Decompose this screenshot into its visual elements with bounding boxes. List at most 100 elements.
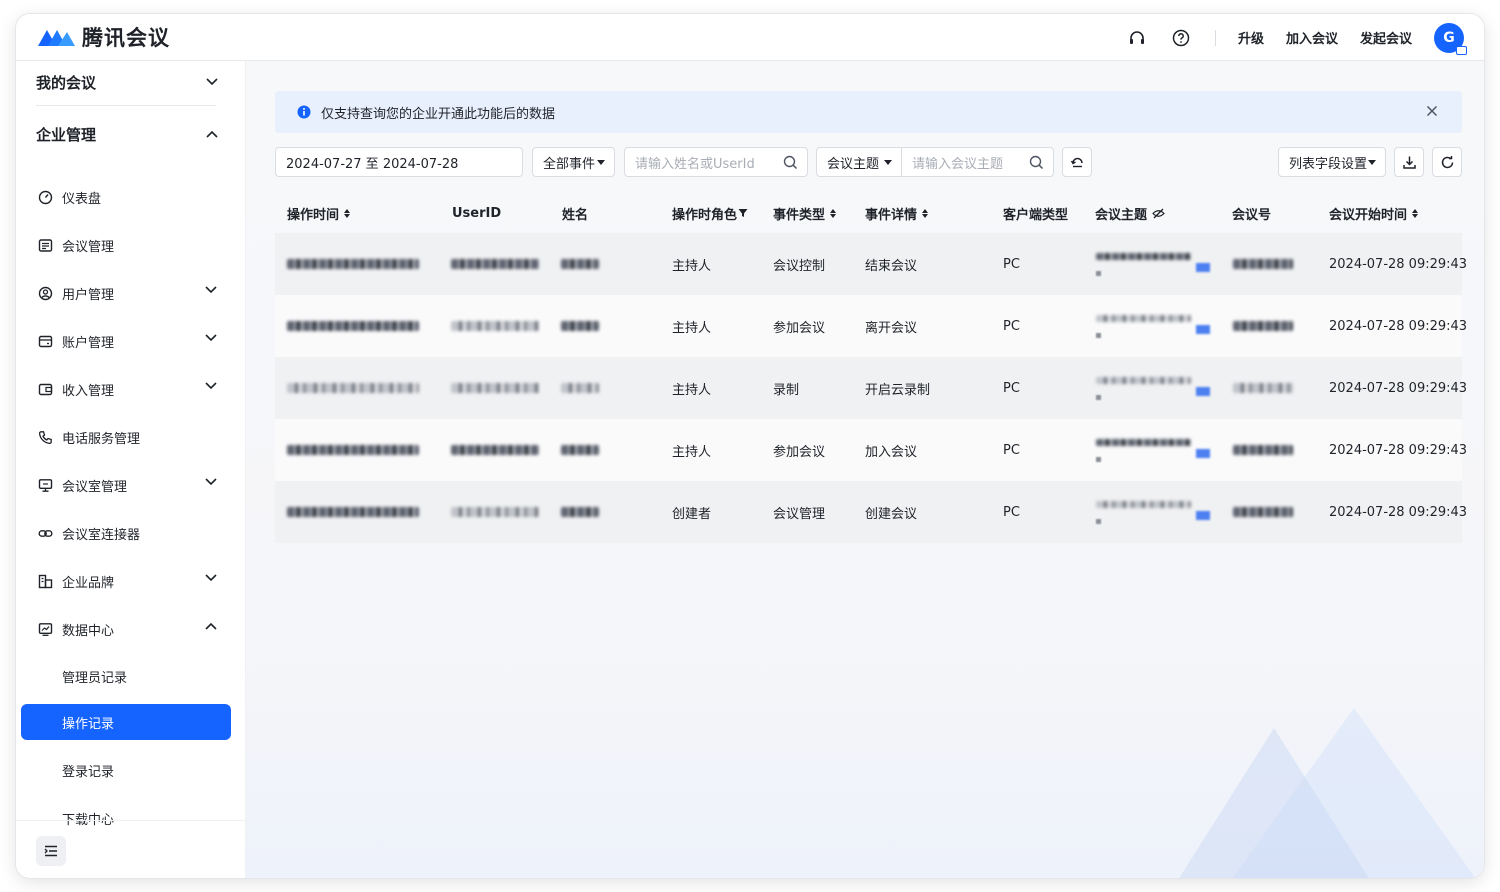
event-select-value: 全部事件 [543,156,596,172]
logo-text: 腾讯会议 [82,26,170,50]
collapse-sidebar-button[interactable] [36,836,66,866]
sidebar-item-dashboard[interactable]: 仪表盘 [21,179,231,215]
column-header-event-type[interactable]: 事件类型 [773,193,837,233]
sidebar-item-label: 会议室管理 [62,479,128,495]
date-range-value: 2024-07-27 至 2024-07-28 [286,156,459,172]
redacted-meeting-topic [1096,357,1214,419]
cell-role: 主持人 [672,444,712,460]
sidebar-item-room-management[interactable]: 会议室管理 [21,467,231,503]
sidebar-item-label: 操作记录 [62,716,115,732]
topic-field-select[interactable]: 会议主题 [816,147,902,177]
cell-role: 主持人 [672,258,712,274]
redacted-userid [451,295,539,357]
cell-client-type: PC [1003,504,1020,520]
chart-icon [37,621,53,637]
column-header-label: 会议号 [1232,207,1272,223]
refresh-icon [1441,155,1453,168]
column-header-meeting-topic[interactable]: 会议主题 [1095,193,1165,233]
sidebar-item-phone-service[interactable]: 电话服务管理 [21,419,231,455]
upgrade-link[interactable]: 升级 [1238,28,1264,47]
sidebar-subitem-admin-records[interactable]: 管理员记录 [21,658,231,694]
column-settings-select[interactable]: 列表字段设置 [1278,147,1386,177]
sidebar-group-label: 我的会议 [36,73,97,92]
export-button[interactable] [1394,147,1424,177]
tencent-meeting-logo-icon [38,30,75,46]
column-header-client-type: 客户端类型 [1003,193,1068,233]
chevron-down-icon [205,334,217,342]
cell-client-type: PC [1003,318,1020,334]
table-row: 主持人 会议控制 结束会议 PC 2024-07-28 09:29:43 [275,233,1467,295]
table-row: 主持人 录制 开启云录制 PC 2024-07-28 09:29:43 [275,357,1467,419]
sidebar-item-account-management[interactable]: 账户管理 [21,323,231,359]
chevron-down-icon [206,78,218,86]
dashboard-icon [37,189,53,205]
income-icon [37,381,53,397]
cell-event-type: 参加会议 [773,320,826,336]
refresh-button[interactable] [1432,147,1462,177]
column-header-role[interactable]: 操作时角色 [672,193,748,233]
reset-button[interactable] [1062,147,1092,177]
redacted-meeting-topic [1096,481,1214,543]
eye-off-icon[interactable] [1152,208,1165,219]
redacted-meeting-topic [1096,419,1214,481]
redacted-operation-time [287,357,419,419]
sidebar-group-my-meetings[interactable]: 我的会议 [36,71,218,93]
sidebar-item-user-management[interactable]: 用户管理 [21,275,231,311]
column-header-event-detail[interactable]: 事件详情 [865,193,929,233]
column-header-userid: UserID [452,193,501,233]
sidebar-item-income-management[interactable]: 收入管理 [21,371,231,407]
sort-icon [344,208,351,218]
chevron-up-icon [206,130,218,138]
column-header-label: 事件详情 [865,207,918,223]
redacted-name [561,481,599,543]
column-header-label: UserID [452,205,502,221]
cell-event-detail: 开启云录制 [865,382,931,398]
sidebar-item-enterprise-brand[interactable]: 企业品牌 [21,563,231,599]
sidebar-subitem-login-records[interactable]: 登录记录 [21,752,231,788]
sidebar-item-label: 仪表盘 [62,191,102,207]
column-header-meeting-id: 会议号 [1232,193,1271,233]
cell-event-type: 会议管理 [773,506,826,522]
date-range-picker[interactable]: 2024-07-27 至 2024-07-28 [275,147,523,177]
cell-event-type: 会议控制 [773,258,826,274]
sidebar-subitem-operation-records[interactable]: 操作记录 [21,704,231,740]
redacted-name [561,295,599,357]
join-meeting-link[interactable]: 加入会议 [1286,28,1338,47]
filter-bar: 2024-07-27 至 2024-07-28 全部事件 请输入姓名或UserI… [275,147,1462,177]
column-header-operation-time[interactable]: 操作时间 [287,193,351,233]
sidebar-item-meeting-management[interactable]: 会议管理 [21,227,231,263]
column-header-meeting-start[interactable]: 会议开始时间 [1329,193,1419,233]
sidebar-group-enterprise[interactable]: 企业管理 [36,123,218,145]
cell-event-detail: 创建会议 [865,506,918,522]
sidebar-item-label: 会议管理 [62,239,115,255]
close-icon[interactable] [1426,105,1438,117]
avatar[interactable]: G [1434,22,1467,55]
headset-icon[interactable] [1127,28,1147,48]
caret-down-icon [597,160,605,165]
sidebar-item-data-center[interactable]: 数据中心 [21,611,231,647]
filter-icon[interactable] [738,208,748,218]
redacted-userid [451,357,539,419]
chevron-down-icon [205,286,217,294]
sidebar-item-room-connector[interactable]: 会议室连接器 [21,515,231,551]
search-icon[interactable] [1029,155,1044,170]
redacted-operation-time [287,233,419,295]
column-settings-label: 列表字段设置 [1289,156,1368,172]
start-meeting-link[interactable]: 发起会议 [1360,28,1412,47]
name-search-input[interactable]: 请输入姓名或UserId [624,147,808,177]
caret-down-icon [884,160,892,165]
sort-icon [830,208,837,218]
redacted-meeting-id [1233,233,1293,295]
column-header-label: 姓名 [562,207,589,223]
sidebar-item-label: 账户管理 [62,335,115,351]
help-icon[interactable] [1171,28,1191,48]
brand-icon [37,573,53,589]
cell-client-type: PC [1003,256,1020,272]
event-select[interactable]: 全部事件 [532,147,615,177]
logo[interactable]: 腾讯会议 [36,22,170,52]
redacted-operation-time [287,419,419,481]
topic-search-input[interactable]: 请输入会议主题 [901,147,1054,177]
search-icon[interactable] [783,155,798,170]
menu-collapse-icon [44,845,57,857]
sidebar-footer [16,820,246,878]
